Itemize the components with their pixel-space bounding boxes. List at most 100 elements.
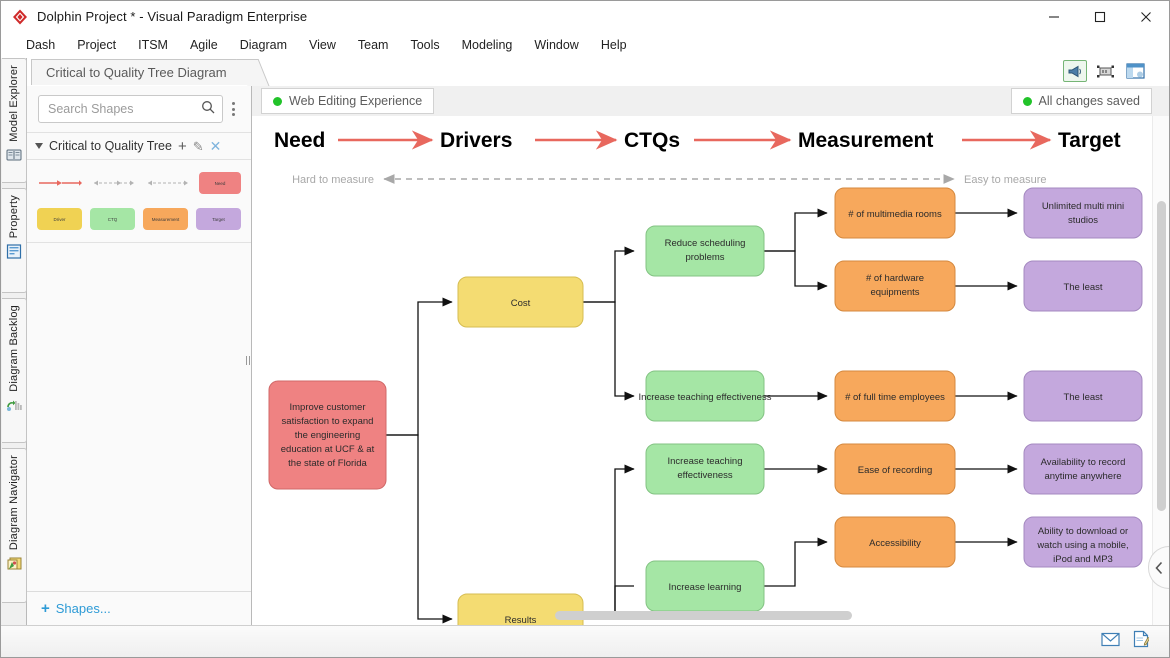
node-the-least-2[interactable]: The least <box>1023 370 1143 422</box>
fit-to-screen-icon[interactable] <box>1093 60 1117 82</box>
maximize-button[interactable] <box>1077 1 1123 32</box>
node-ease-of-recording[interactable]: Ease of recording <box>834 443 956 495</box>
flow-stage-ctqs: CTQs <box>624 129 680 152</box>
palette-target-shape[interactable]: Target <box>196 208 241 230</box>
node-increase-learning[interactable]: Increase learning <box>645 560 765 612</box>
document-tab-strip: Critical to Quality Tree Diagram <box>1 58 1169 86</box>
flow-stage-need: Need <box>274 129 325 152</box>
connector-gray-double-icon[interactable] <box>91 172 137 194</box>
menu-item-agile[interactable]: Agile <box>179 34 229 56</box>
node-results[interactable]: Results <box>457 593 584 625</box>
palette-need-shape[interactable]: Need <box>199 172 241 194</box>
status-dot-icon <box>1022 96 1032 106</box>
node-c3-line1: Increase teaching <box>668 456 743 467</box>
node-c4-label: Increase learning <box>669 582 742 593</box>
shape-group-title: Critical to Quality Tree <box>49 139 172 153</box>
node-multimedia-rooms[interactable]: # of multimedia rooms <box>834 187 956 239</box>
palette-row-2: Driver CTQ Measurement Target <box>37 208 241 230</box>
node-full-time-employees[interactable]: # of full time employees <box>834 370 956 422</box>
connector-red-icon[interactable] <box>37 172 83 194</box>
kebab-menu-icon[interactable] <box>226 102 240 116</box>
canvas-status-bar: Web Editing Experience All changes saved <box>252 86 1169 116</box>
announce-icon[interactable] <box>1063 60 1087 82</box>
palette-driver-shape[interactable]: Driver <box>37 208 82 230</box>
menu-item-window[interactable]: Window <box>523 34 589 56</box>
connector-gray-single-icon[interactable] <box>145 172 191 194</box>
node-the-least-1[interactable]: The least <box>1023 260 1143 312</box>
shape-group-header[interactable]: Critical to Quality Tree + ✎ ✕ <box>27 132 251 160</box>
menu-item-diagram[interactable]: Diagram <box>229 34 298 56</box>
node-m4-label: Ease of recording <box>858 465 932 476</box>
add-shape-icon[interactable]: + <box>178 139 187 154</box>
node-c3-line2: effectiveness <box>677 470 733 481</box>
add-shapes-link[interactable]: + Shapes... <box>27 591 251 625</box>
document-tab-critical-to-quality[interactable]: Critical to Quality Tree Diagram <box>31 59 270 86</box>
node-c1-line1: Reduce scheduling <box>665 238 746 249</box>
node-unlimited-multi-mini-studios[interactable]: Unlimited multi mini studios <box>1023 187 1143 239</box>
shapes-panel: Search Shapes Critical to Quality Tree +… <box>27 86 252 625</box>
easy-to-measure-label: Easy to measure <box>964 174 1047 186</box>
menu-item-team[interactable]: Team <box>347 34 400 56</box>
edit-shape-icon[interactable]: ✎ <box>193 140 204 153</box>
node-reduce-manpower[interactable]: Increase teaching effectiveness <box>639 370 772 422</box>
sidebar-item-diagram-navigator[interactable]: Diagram Navigator <box>2 448 27 603</box>
canvas-area: Web Editing Experience All changes saved <box>252 86 1169 625</box>
node-availability-record-anytime[interactable]: Availability to record anytime anywhere <box>1023 443 1143 495</box>
panel-resize-handle[interactable] <box>244 353 252 367</box>
node-need[interactable]: Improve customer satisfaction to expand … <box>268 380 387 490</box>
search-placeholder: Search Shapes <box>48 102 134 116</box>
sidebar-item-label: Model Explorer <box>8 65 20 142</box>
top-toolbar <box>1063 60 1147 82</box>
node-m3-label: # of full time employees <box>845 392 945 403</box>
node-t1-line1: Unlimited multi mini <box>1042 201 1124 212</box>
measure-axis: Hard to measure Easy to measure <box>292 174 1046 186</box>
left-tab-rail: Model Explorer Property Diagram Backlog … <box>1 58 27 625</box>
menu-item-project[interactable]: Project <box>66 34 127 56</box>
close-button[interactable] <box>1123 1 1169 32</box>
plus-icon: + <box>41 600 50 617</box>
node-t3-label: The least <box>1063 392 1102 403</box>
sidebar-item-property[interactable]: Property <box>2 188 27 293</box>
mail-icon[interactable] <box>1101 632 1120 652</box>
sidebar-item-label: Diagram Backlog <box>8 305 20 392</box>
horizontal-scrollbar-thumb[interactable] <box>555 611 852 620</box>
menu-item-modeling[interactable]: Modeling <box>451 34 524 56</box>
node-ability-to-download[interactable]: Ability to download or watch using a mob… <box>1023 516 1143 568</box>
sidebar-item-model-explorer[interactable]: Model Explorer <box>2 58 27 183</box>
close-group-icon[interactable]: ✕ <box>210 139 222 153</box>
diagram-canvas[interactable]: Need Drivers CTQs Measurement Target Har… <box>252 116 1152 625</box>
node-reduce-scheduling-problems[interactable]: Reduce scheduling problems <box>645 225 765 277</box>
node-hardware-equipments[interactable]: # of hardware equipments <box>834 260 956 312</box>
node-cost-label: Cost <box>511 298 531 309</box>
search-icon[interactable] <box>201 100 215 119</box>
flow-stage-target: Target <box>1058 129 1121 152</box>
node-t4-line2: anytime anywhere <box>1044 471 1121 482</box>
hard-to-measure-label: Hard to measure <box>292 174 374 186</box>
sidebar-item-diagram-backlog[interactable]: Diagram Backlog <box>2 298 27 443</box>
palette-measurement-shape[interactable]: Measurement <box>143 208 188 230</box>
sidebar-item-label: Property <box>8 195 20 239</box>
node-accessibility[interactable]: Accessibility <box>834 516 956 568</box>
sidebar-item-label: Diagram Navigator <box>8 455 20 551</box>
vertical-scrollbar-thumb[interactable] <box>1157 201 1166 511</box>
minimize-button[interactable] <box>1031 1 1077 32</box>
menu-item-help[interactable]: Help <box>590 34 638 56</box>
web-editing-chip[interactable]: Web Editing Experience <box>261 88 435 114</box>
note-edit-icon[interactable] <box>1132 630 1151 653</box>
node-need-line3: the engineering <box>295 430 361 441</box>
menu-item-dash[interactable]: Dash <box>15 34 66 56</box>
node-cost[interactable]: Cost <box>457 276 584 328</box>
node-c1-line2: problems <box>685 252 724 263</box>
panel-layout-icon[interactable] <box>1123 60 1147 82</box>
node-t5-line2: watch using a mobile, <box>1036 540 1128 551</box>
chevron-down-icon[interactable] <box>35 143 43 149</box>
menu-item-itsm[interactable]: ITSM <box>127 34 179 56</box>
menu-item-view[interactable]: View <box>298 34 347 56</box>
save-status-chip[interactable]: All changes saved <box>1010 88 1152 114</box>
node-increase-teaching-effectiveness[interactable]: Increase teaching effectiveness <box>645 443 765 495</box>
status-bar <box>1 625 1169 657</box>
search-input[interactable]: Search Shapes <box>38 95 223 123</box>
palette-ctq-shape[interactable]: CTQ <box>90 208 135 230</box>
menu-item-tools[interactable]: Tools <box>399 34 450 56</box>
diamond-logo-icon <box>11 8 29 26</box>
